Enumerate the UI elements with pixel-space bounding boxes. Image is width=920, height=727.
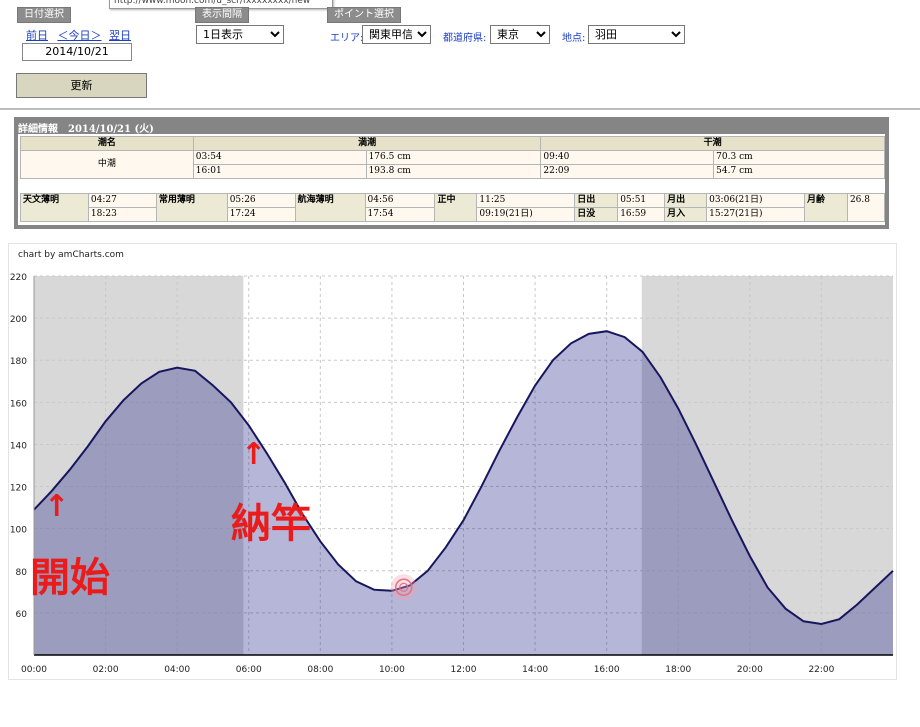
y-tick-label: 60 — [16, 610, 28, 620]
y-tick-label: 80 — [16, 568, 28, 578]
y-tick-label: 100 — [10, 526, 27, 536]
x-tick-label: 04:00 — [164, 665, 190, 675]
x-tick-label: 20:00 — [737, 665, 763, 675]
tide-chart: 60 80 100 120 140 160 180 200 220 00:00 02:00 04:00… — [10, 273, 894, 675]
x-tick-label: 08:00 — [307, 665, 333, 675]
finish-arrow-icon: ↑ — [241, 437, 267, 472]
y-tick-label: 200 — [10, 315, 27, 325]
start-arrow-icon: ↑ — [44, 489, 70, 524]
y-tick-label: 180 — [10, 357, 27, 367]
y-tick-label: 120 — [10, 484, 27, 494]
x-tick-label: 12:00 — [451, 665, 477, 675]
x-tick-label: 10:00 — [379, 665, 405, 675]
cursor-marker — [390, 574, 417, 601]
y-tick-label: 220 — [10, 273, 27, 283]
y-tick-label: 160 — [10, 399, 27, 409]
x-tick-label: 16:00 — [594, 665, 620, 675]
y-tick-label: 140 — [10, 441, 27, 451]
x-tick-label: 06:00 — [236, 665, 262, 675]
x-tick-label: 22:00 — [808, 665, 834, 675]
finish-annotation: 納竿 — [231, 501, 311, 547]
x-tick-label: 00:00 — [21, 665, 47, 675]
x-tick-label: 14:00 — [522, 665, 548, 675]
x-tick-label: 18:00 — [665, 665, 691, 675]
x-tick-label: 02:00 — [93, 665, 119, 675]
marker-halo — [390, 574, 417, 601]
start-annotation: 開始 — [30, 555, 110, 601]
